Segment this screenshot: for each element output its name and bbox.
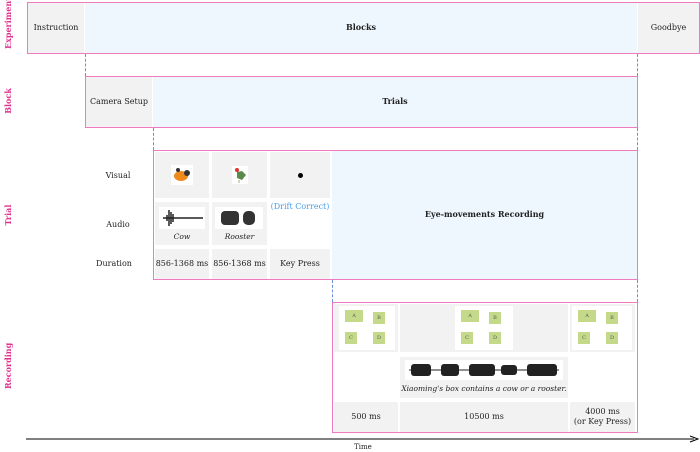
duration-preview: 500 ms	[334, 402, 398, 432]
duration-label: Duration	[96, 259, 132, 269]
box-d-icon: D	[489, 332, 501, 344]
box-a-icon: A	[578, 310, 596, 322]
time-axis-label: Time	[354, 442, 372, 451]
instruction-cell: Instruction	[28, 3, 84, 53]
boxes-listen-cell: AB C D	[400, 304, 568, 352]
rooster-waveform-icon	[215, 207, 263, 229]
audio-rooster-cell: Rooster	[212, 202, 267, 245]
camera-setup-cell: Camera Setup	[86, 77, 152, 127]
eye-movements-recording-cell: Eye-movements Recording	[332, 151, 637, 279]
expand-line	[85, 54, 86, 76]
blocks-cell: Blocks	[85, 3, 637, 53]
experiment-diagram: Experiment Block Trial Recording Instruc…	[0, 0, 700, 452]
row-label-experiment: Experiment	[3, 0, 13, 49]
row-label-recording: Recording	[3, 342, 13, 389]
trials-cell: Trials	[153, 77, 637, 127]
sentence-waveform-icon	[405, 360, 563, 380]
box-d-icon: D	[606, 332, 618, 344]
duration-cow: 856-1368 ms	[155, 249, 209, 279]
box-c-icon: C	[345, 332, 357, 344]
boxes-image: AB C D	[572, 306, 632, 350]
duration-response-time: 4000 ms	[585, 407, 620, 417]
cow-waveform-icon	[159, 207, 205, 229]
duration-listen: 10500 ms	[400, 402, 568, 432]
cow-image	[171, 165, 193, 185]
box-c-icon: C	[578, 332, 590, 344]
audio-label: Audio	[106, 220, 130, 230]
expand-line	[637, 128, 638, 150]
fixation-cell	[270, 152, 330, 198]
rooster-image	[231, 166, 248, 184]
box-c-icon: C	[461, 332, 473, 344]
goodbye-cell: Goodbye	[638, 3, 699, 53]
boxes-image: AB C D	[339, 306, 395, 350]
duration-keypress: Key Press	[270, 249, 330, 279]
expand-line	[153, 128, 154, 150]
boxes-preview-cell: AB C D	[334, 304, 398, 352]
audio-caption-cow: Cow	[173, 232, 191, 241]
sentence-caption: Xiaoming's box contains a cow or a roost…	[401, 384, 567, 393]
box-b-icon: B	[373, 312, 385, 324]
row-label-block: Block	[3, 88, 13, 114]
visual-rooster-cell	[212, 152, 267, 198]
visual-label: Visual	[105, 171, 131, 181]
expand-line	[332, 280, 333, 302]
audio-cow-cell: Cow	[155, 202, 209, 245]
duration-response-alt: (or Key Press)	[573, 417, 632, 426]
duration-response: 4000 ms (or Key Press)	[570, 402, 635, 432]
duration-rooster: 856-1368 ms	[212, 249, 267, 279]
expand-line	[637, 280, 638, 302]
drift-correct-label: (Drift Correct)	[270, 202, 330, 212]
row-label-trial: Trial	[3, 204, 13, 226]
visual-cow-cell	[155, 152, 209, 198]
box-d-icon: D	[373, 332, 385, 344]
box-b-icon: B	[489, 312, 501, 324]
audio-caption-rooster: Rooster	[224, 232, 255, 241]
box-a-icon: A	[345, 310, 363, 322]
sentence-audio-cell: Xiaoming's box contains a cow or a roost…	[400, 357, 568, 398]
box-a-icon: A	[461, 310, 479, 322]
box-b-icon: B	[606, 312, 618, 324]
boxes-response-cell: AB C D	[570, 304, 635, 352]
boxes-image: AB C D	[455, 306, 513, 350]
expand-line	[637, 54, 638, 76]
fixation-dot	[297, 172, 303, 178]
